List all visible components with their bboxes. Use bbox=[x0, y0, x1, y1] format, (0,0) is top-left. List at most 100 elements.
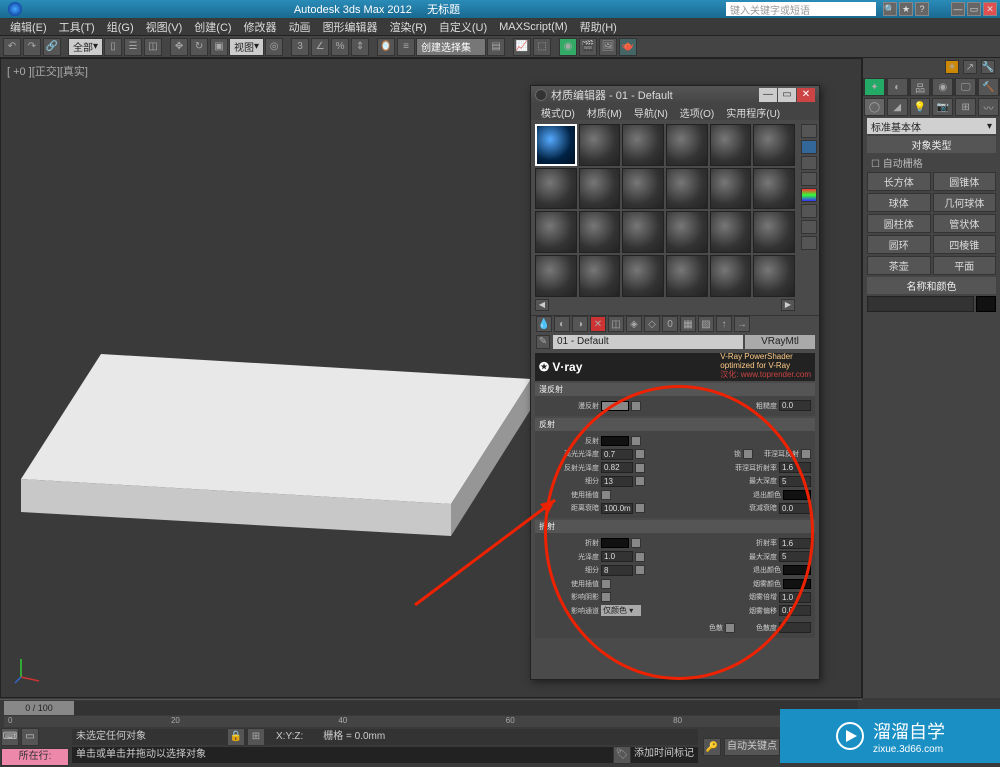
diffuse-rollout-header[interactable]: 漫反射 bbox=[535, 383, 815, 396]
mirror-button[interactable]: 🪞 bbox=[377, 38, 395, 56]
search-icon[interactable]: 🔍 bbox=[883, 2, 897, 16]
minimize-button[interactable]: — bbox=[951, 2, 965, 16]
snap-button[interactable]: 3 bbox=[291, 38, 309, 56]
go-parent-button[interactable]: ↑ bbox=[716, 316, 732, 332]
material-slot[interactable] bbox=[622, 124, 664, 166]
teapot-button[interactable]: 茶壶 bbox=[867, 256, 931, 275]
arrow-icon[interactable]: ↗ bbox=[963, 60, 977, 74]
mat-maximize-button[interactable]: ▭ bbox=[778, 88, 796, 102]
material-slot[interactable] bbox=[579, 211, 621, 253]
param-color-swatch[interactable] bbox=[783, 579, 811, 589]
param-map-button[interactable] bbox=[635, 463, 645, 473]
move-button[interactable]: ✥ bbox=[170, 38, 188, 56]
menu-views[interactable]: 视图(V) bbox=[146, 19, 183, 35]
copy-button[interactable]: ◫ bbox=[608, 316, 624, 332]
material-slot[interactable] bbox=[579, 124, 621, 166]
backlight-button[interactable] bbox=[801, 140, 817, 154]
object-color-swatch[interactable] bbox=[976, 296, 996, 312]
percent-snap-button[interactable]: % bbox=[331, 38, 349, 56]
autogrid-checkbox[interactable]: ☐ 自动栅格 bbox=[871, 155, 992, 170]
ref-coord-dropdown[interactable]: 视图 ▾ bbox=[229, 38, 264, 56]
param-spinner[interactable]: 0.7 bbox=[601, 449, 633, 460]
dispersion-abbe-spinner[interactable] bbox=[779, 622, 811, 633]
plane-button[interactable]: 平面 bbox=[933, 256, 997, 275]
mat-menu-nav[interactable]: 导航(N) bbox=[634, 105, 668, 120]
mat-menu-material[interactable]: 材质(M) bbox=[587, 105, 622, 120]
param-spinner[interactable]: 1.6 bbox=[779, 538, 811, 549]
geosphere-button[interactable]: 几何球体 bbox=[933, 193, 997, 212]
menu-custom[interactable]: 自定义(U) bbox=[439, 19, 487, 35]
show-end-button[interactable]: ▨ bbox=[698, 316, 714, 332]
make-unique-button[interactable]: ◈ bbox=[626, 316, 642, 332]
viewport-label[interactable]: [ +0 ][正交][真实] bbox=[7, 63, 88, 79]
motion-tab[interactable]: ◉ bbox=[932, 78, 953, 96]
assign-button[interactable]: ◑ bbox=[572, 316, 588, 332]
material-editor-window[interactable]: 材质编辑器 - 01 - Default — ▭ ✕ 模式(D) 材质(M) 导… bbox=[530, 85, 820, 680]
render-button[interactable]: 🫖 bbox=[619, 38, 637, 56]
hierarchy-tab[interactable]: 品 bbox=[910, 78, 931, 96]
mat-id-button[interactable]: 0 bbox=[662, 316, 678, 332]
video-color-button[interactable] bbox=[801, 188, 817, 202]
menu-help[interactable]: 帮助(H) bbox=[580, 19, 617, 35]
options-button[interactable] bbox=[801, 204, 817, 218]
mat-minimize-button[interactable]: — bbox=[759, 88, 777, 102]
param-spinner[interactable]: 8 bbox=[601, 565, 633, 576]
slot-prev-button[interactable]: ◀ bbox=[535, 299, 549, 311]
sun-icon[interactable]: ☀ bbox=[945, 60, 959, 74]
help-search-input[interactable]: 键入关键字或短语 bbox=[726, 2, 876, 16]
close-button[interactable]: ✕ bbox=[983, 2, 997, 16]
menu-group[interactable]: 组(G) bbox=[107, 19, 134, 35]
param-spinner[interactable]: 0.0 bbox=[779, 605, 811, 616]
param-map-button[interactable] bbox=[635, 552, 645, 562]
param-spinner[interactable]: 1.0 bbox=[601, 551, 633, 562]
material-slot[interactable] bbox=[622, 211, 664, 253]
param-color-swatch[interactable] bbox=[783, 490, 811, 500]
display-tab[interactable]: 🖵 bbox=[955, 78, 976, 96]
background-button[interactable] bbox=[801, 156, 817, 170]
selection-filter-dropdown[interactable]: 全部 ▾ bbox=[68, 38, 103, 56]
material-slot-1[interactable] bbox=[535, 124, 577, 166]
render-setup-button[interactable]: 🎬 bbox=[579, 38, 597, 56]
param-color-swatch[interactable] bbox=[601, 436, 629, 446]
lock-selection-button[interactable]: 🔒 bbox=[227, 728, 245, 746]
angle-snap-button[interactable]: ∠ bbox=[311, 38, 329, 56]
material-slot[interactable] bbox=[579, 168, 621, 210]
sample-type-button[interactable] bbox=[801, 124, 817, 138]
param-map-button[interactable] bbox=[635, 565, 645, 575]
param-spinner[interactable]: 0.82 bbox=[601, 462, 633, 473]
menu-maxscript[interactable]: MAXScript(M) bbox=[499, 21, 567, 33]
param-spinner[interactable]: 100.0m bbox=[601, 503, 633, 514]
material-name-dropdown[interactable]: 01 - Default bbox=[553, 335, 743, 349]
geometry-subtab[interactable]: ◯ bbox=[864, 98, 885, 116]
mat-menu-modes[interactable]: 模式(D) bbox=[541, 105, 575, 120]
timeline[interactable]: 0 / 100 020406080100 bbox=[0, 699, 862, 727]
key-mode-button[interactable]: 🔑 bbox=[703, 738, 721, 756]
param-color-swatch[interactable] bbox=[601, 538, 629, 548]
go-forward-button[interactable]: → bbox=[734, 316, 750, 332]
menu-modifiers[interactable]: 修改器 bbox=[244, 19, 277, 35]
material-slot[interactable] bbox=[710, 124, 752, 166]
refract-rollout-header[interactable]: 折射 bbox=[535, 520, 815, 533]
param-map-button[interactable] bbox=[635, 449, 645, 459]
param-spinner[interactable]: 13 bbox=[601, 476, 633, 487]
param-checkbox[interactable] bbox=[601, 490, 611, 500]
material-type-button[interactable]: VRayMtl bbox=[745, 335, 815, 349]
put-to-lib-button[interactable]: ◇ bbox=[644, 316, 660, 332]
param-dropdown[interactable]: 仅颜色 ▾ bbox=[601, 605, 641, 616]
named-sel-sets-dropdown[interactable]: 创建选择集 bbox=[416, 38, 486, 56]
material-slot[interactable] bbox=[666, 124, 708, 166]
auto-key-button[interactable]: 自动关键点 bbox=[724, 738, 780, 756]
param-spinner[interactable]: 5 bbox=[779, 551, 811, 562]
menu-tools[interactable]: 工具(T) bbox=[59, 19, 95, 35]
diffuse-color-swatch[interactable] bbox=[601, 401, 629, 411]
helpers-subtab[interactable]: ⊞ bbox=[955, 98, 976, 116]
menu-graph[interactable]: 图形编辑器 bbox=[323, 19, 378, 35]
param-spinner[interactable]: 1.0 bbox=[779, 592, 811, 603]
material-slot[interactable] bbox=[579, 255, 621, 297]
help-icon[interactable]: ? bbox=[915, 2, 929, 16]
time-slider-handle[interactable]: 0 / 100 bbox=[4, 701, 74, 715]
matmap-browser-button[interactable] bbox=[801, 236, 817, 250]
material-editor-titlebar[interactable]: 材质编辑器 - 01 - Default — ▭ ✕ bbox=[531, 86, 819, 104]
pyramid-button[interactable]: 四棱锥 bbox=[933, 235, 997, 254]
material-slot[interactable] bbox=[710, 255, 752, 297]
